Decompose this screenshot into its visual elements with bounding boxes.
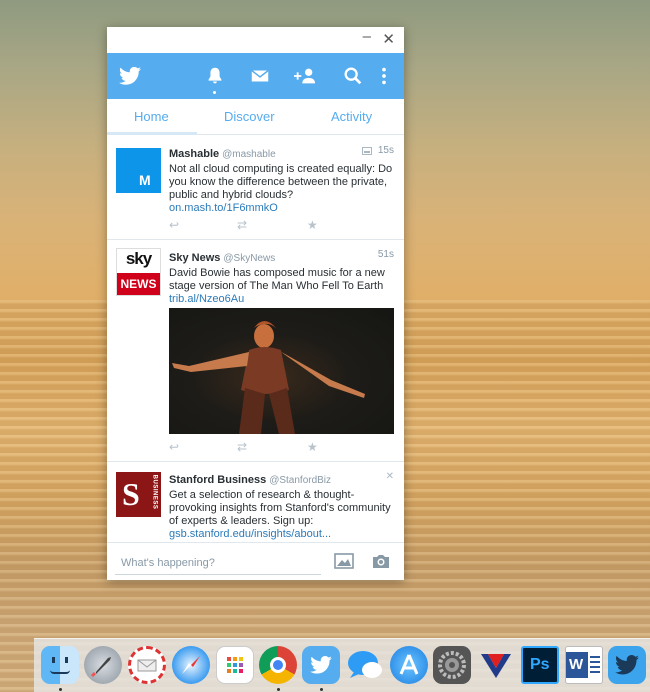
avatar-mashable[interactable]: M <box>116 148 161 193</box>
toolbar <box>107 53 404 99</box>
compose-input[interactable]: What's happening? <box>115 551 321 575</box>
avatar-skynews-top: sky <box>125 249 152 268</box>
tweet-time: 15s <box>377 145 394 156</box>
retweet-icon[interactable]: ⇄ <box>237 440 247 454</box>
tweet-author-handle[interactable]: @SkyNews <box>223 253 275 264</box>
close-button[interactable]: ✕ <box>382 30 395 48</box>
tab-discover[interactable]: Discover <box>224 109 275 124</box>
colored-grid-icon <box>227 657 243 673</box>
reply-icon[interactable]: ↩ <box>169 440 179 454</box>
tab-home[interactable]: Home <box>134 109 169 124</box>
tweet-text: David Bowie has composed music for a new… <box>169 267 385 292</box>
a-letter-icon <box>399 654 419 675</box>
reply-icon[interactable]: ↩ <box>169 218 179 232</box>
photoshop-icon[interactable]: Ps <box>521 646 559 684</box>
twitter-window: – ✕ Home Discover Activity M Mashable @m… <box>107 27 404 580</box>
tweet-body: Mashable @mashable 15s Not all cloud comp… <box>169 144 394 215</box>
avatar-stanfordbiz-side: BUSINESS <box>151 474 158 510</box>
app-store-icon[interactable] <box>390 646 428 684</box>
vectorize-app-icon[interactable] <box>477 646 515 684</box>
dock: Ps W <box>34 638 650 692</box>
twitter-running-indicator <box>320 688 323 691</box>
gear-icon <box>438 651 466 679</box>
tweet-body: Sky News @SkyNews 51s David Bowie has com… <box>169 248 394 306</box>
timeline: M Mashable @mashable 15s Not all cloud co… <box>107 136 404 542</box>
tweet-author-name[interactable]: Stanford Business <box>169 474 266 486</box>
tweet-author-name[interactable]: Sky News <box>169 252 220 264</box>
retweet-icon[interactable]: ⇄ <box>237 218 247 232</box>
tweet-mashable[interactable]: M Mashable @mashable 15s Not all cloud co… <box>107 136 404 240</box>
messages-icon[interactable] <box>346 646 384 684</box>
tweet-link[interactable]: on.mash.to/1F6mmkO <box>169 202 394 215</box>
avatar-stanfordbiz[interactable]: S BUSINESS <box>116 472 161 517</box>
tweet-link[interactable]: gsb.stanford.edu/insights/about... <box>169 528 394 541</box>
finder-running-indicator <box>59 688 62 691</box>
tab-bar: Home Discover Activity <box>107 99 404 135</box>
twitter-alt-icon[interactable] <box>608 646 646 684</box>
launchpad-icon[interactable] <box>84 646 122 684</box>
tweet-text: Get a selection of research & thought-pr… <box>169 489 391 527</box>
media-icon <box>362 147 372 155</box>
avatar-skynews[interactable]: sky NEWS <box>116 248 161 296</box>
tab-activity[interactable]: Activity <box>331 109 372 124</box>
dismiss-button[interactable]: ✕ <box>386 471 394 482</box>
tweet-stanfordbiz[interactable]: S BUSINESS Stanford Business @StanfordBiz… <box>107 462 404 542</box>
finder-icon[interactable] <box>41 646 79 684</box>
tweet-link[interactable]: trib.al/Nzeo6Au <box>169 293 394 306</box>
word-label: W <box>569 656 584 673</box>
avatar-stanfordbiz-letter: S <box>122 476 140 512</box>
add-photo-icon[interactable] <box>334 553 354 569</box>
v-logo-icon <box>481 654 511 678</box>
messages-envelope-icon[interactable] <box>249 65 271 87</box>
photoshop-label: Ps <box>530 656 550 673</box>
search-icon[interactable] <box>342 65 364 87</box>
chrome-running-indicator <box>277 688 280 691</box>
grid-app-icon[interactable] <box>216 646 254 684</box>
add-user-icon[interactable] <box>292 65 318 87</box>
active-tab-indicator <box>107 132 197 135</box>
tweet-body: Stanford Business @StanfordBiz ✕ Get a se… <box>169 470 394 542</box>
tweet-author-handle[interactable]: @StanfordBiz <box>269 475 331 486</box>
tweet-author-handle[interactable]: @mashable <box>222 149 276 160</box>
speech-bubbles-icon <box>348 651 382 678</box>
favorite-star-icon[interactable]: ★ <box>307 440 318 454</box>
tweet-author-name[interactable]: Mashable <box>169 148 219 160</box>
twitter-dock-icon[interactable] <box>302 646 340 684</box>
title-bar: – ✕ <box>107 27 404 53</box>
tweet-photo[interactable] <box>169 308 394 434</box>
notifications-bell-icon[interactable] <box>204 65 226 87</box>
minimize-button[interactable]: – <box>363 28 371 45</box>
notification-dot <box>213 91 216 94</box>
system-preferences-icon[interactable] <box>433 646 471 684</box>
rocket-icon <box>90 657 111 678</box>
word-icon[interactable]: W <box>565 646 603 684</box>
twitter-bird-icon <box>310 656 332 674</box>
compose-bar: What's happening? <box>107 542 404 580</box>
avatar-skynews-bottom: NEWS <box>120 277 157 291</box>
camera-icon[interactable] <box>371 553 391 569</box>
favorite-star-icon[interactable]: ★ <box>307 218 318 232</box>
compass-icon <box>182 656 200 674</box>
mail-stamp-icon[interactable] <box>128 646 166 684</box>
tweet-actions: ↩ ⇄ ★ <box>169 440 319 454</box>
twitter-bird-icon <box>615 655 639 675</box>
twitter-logo-icon[interactable] <box>119 66 141 86</box>
tweet-skynews[interactable]: sky NEWS Sky News @SkyNews 51s David Bowi… <box>107 240 404 462</box>
tweet-text: Not all cloud computing is created equal… <box>169 163 393 201</box>
performer-figure <box>172 321 365 434</box>
chrome-icon[interactable] <box>259 646 297 684</box>
more-icon[interactable] <box>379 65 389 87</box>
tweet-actions: ↩ ⇄ ★ <box>169 218 319 232</box>
tweet-time: 51s <box>377 249 394 260</box>
envelope-icon <box>137 659 157 672</box>
safari-icon[interactable] <box>172 646 210 684</box>
avatar-mashable-letter: M <box>139 172 151 188</box>
